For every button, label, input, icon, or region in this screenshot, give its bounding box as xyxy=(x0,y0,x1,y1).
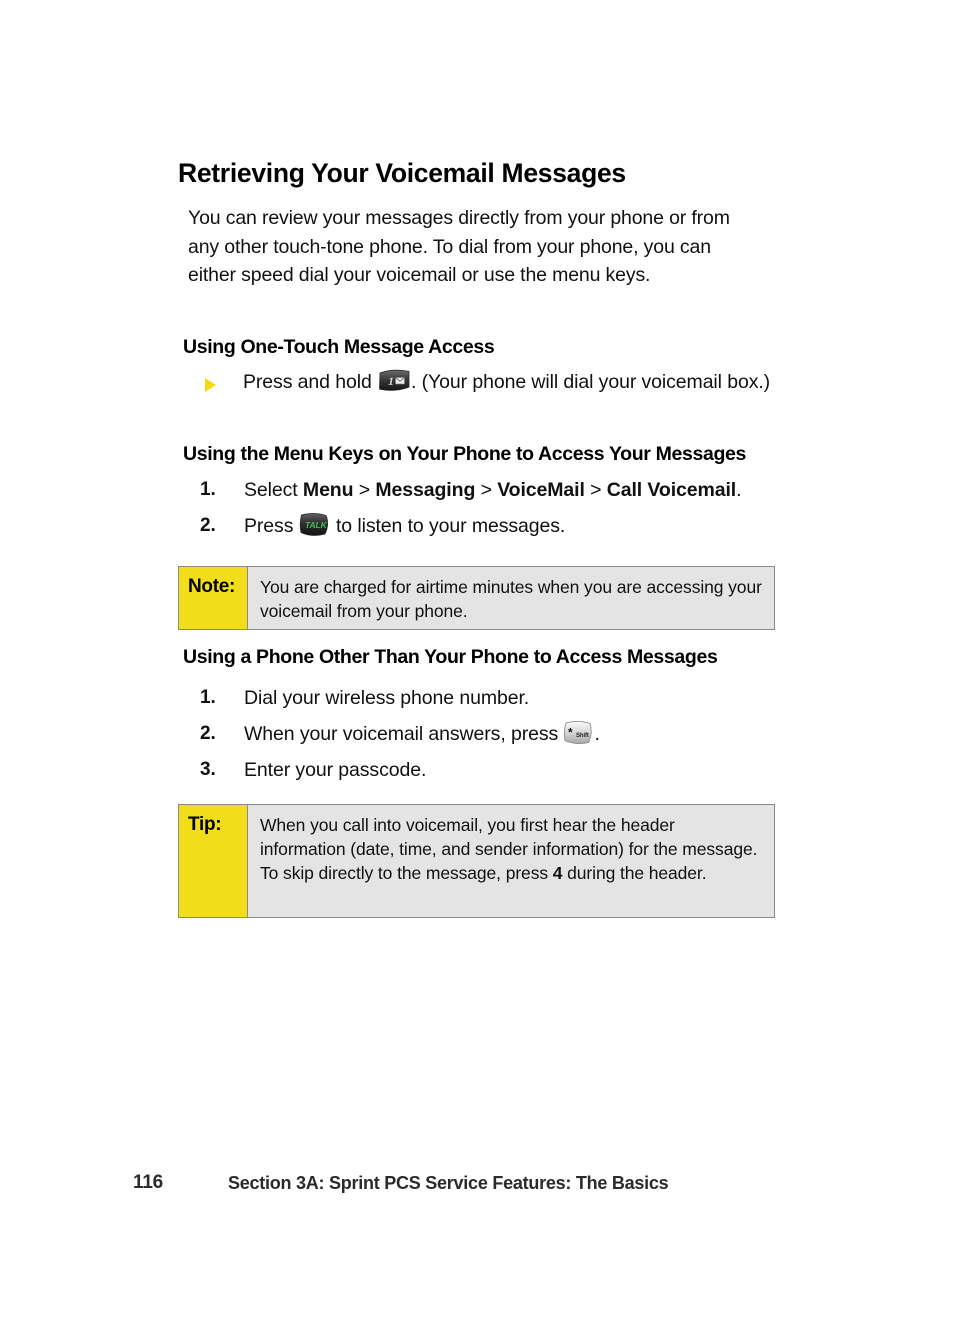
bullet-text-after: . (Your phone will dial your voicemail b… xyxy=(411,371,771,393)
menu-path-voicemail: VoiceMail xyxy=(497,479,585,501)
note-text: You are charged for airtime minutes when… xyxy=(260,577,762,621)
tip-callout-box: Tip: When you call into voicemail, you f… xyxy=(178,804,775,918)
note-callout-box: Note: You are charged for airtime minute… xyxy=(178,566,775,630)
menu-path-sep-2: > xyxy=(475,479,498,501)
svg-text:*: * xyxy=(568,726,573,740)
list-item-number: 2. xyxy=(200,515,216,536)
tip-emphasis-key: 4 xyxy=(552,863,563,883)
talk-key-icon: TALK xyxy=(299,512,331,538)
menu-path-messaging: Messaging xyxy=(375,479,476,501)
document-page: Retrieving Your Voicemail Messages You c… xyxy=(0,0,954,1336)
tip-text-part2: during the header. xyxy=(562,863,707,883)
other-phone-ordered-list: 1. Dial your wireless phone number. 2. W… xyxy=(200,680,800,788)
list-item-number: 2. xyxy=(200,723,216,744)
one-touch-bullet-item: Press and hold 1 . (Your phone will dial… xyxy=(205,368,795,397)
svg-text:TALK: TALK xyxy=(305,520,328,530)
section-heading-menu-keys: Using the Menu Keys on Your Phone to Acc… xyxy=(183,443,747,465)
menu-keys-ordered-list: 1. Select Menu > Messaging > VoiceMail >… xyxy=(200,472,800,544)
list-item: 2. Press TALK to listen to your messages… xyxy=(200,508,800,544)
list-item-number: 1. xyxy=(200,687,216,708)
note-label: Note: xyxy=(179,567,248,629)
footer-page-number: 116 xyxy=(133,1172,164,1193)
menu-path-sep-3: > xyxy=(584,479,607,501)
list-item-text: Enter your passcode. xyxy=(244,759,427,781)
press-prefix: Press xyxy=(244,515,299,537)
press-suffix: to listen to your messages. xyxy=(330,515,566,537)
list-item: 3. Enter your passcode. xyxy=(200,752,800,788)
list-item: 1. Select Menu > Messaging > VoiceMail >… xyxy=(200,472,800,508)
intro-paragraph: You can review your messages directly fr… xyxy=(188,207,730,286)
star-shift-key-icon: * Shift xyxy=(563,720,594,746)
section-heading-one-touch: Using One-Touch Message Access xyxy=(183,336,495,358)
list-item-number: 1. xyxy=(200,479,216,500)
bullet-text-before: Press and hold xyxy=(243,371,378,393)
select-prefix: Select xyxy=(244,479,303,501)
voicemail-answers-prefix: When your voicemail answers, press xyxy=(244,723,564,745)
section-heading-other-phone: Using a Phone Other Than Your Phone to A… xyxy=(183,646,718,668)
list-item: 2. When your voicemail answers, press * … xyxy=(200,716,800,752)
voicemail-answers-suffix: . xyxy=(594,723,600,745)
list-item-text: Press TALK to listen to your messages. xyxy=(244,508,800,544)
menu-path-sep-1: > xyxy=(353,479,376,501)
list-item-text: When your voicemail answers, press * Shi… xyxy=(244,716,800,752)
menu-path-call-voicemail: Call Voicemail xyxy=(606,479,737,501)
tip-text: When you call into voicemail, you first … xyxy=(248,805,774,917)
tip-label: Tip: xyxy=(179,805,248,917)
svg-text:1: 1 xyxy=(388,374,394,388)
svg-text:Shift: Shift xyxy=(576,733,589,739)
list-item-text: Dial your wireless phone number. xyxy=(244,687,530,709)
triangle-bullet-icon xyxy=(205,378,216,392)
menu-path-menu: Menu xyxy=(302,479,354,501)
list-item: 1. Dial your wireless phone number. xyxy=(200,680,800,716)
page-title: Retrieving Your Voicemail Messages xyxy=(178,158,626,188)
list-item-text: Select Menu > Messaging > VoiceMail > Ca… xyxy=(244,472,800,508)
one-key-voicemail-icon: 1 xyxy=(377,369,411,394)
list-item-number: 3. xyxy=(200,759,216,780)
footer-section-title: Section 3A: Sprint PCS Service Features:… xyxy=(228,1173,669,1193)
select-suffix: . xyxy=(736,479,742,501)
one-touch-bullet-text: Press and hold 1 . (Your phone will dial… xyxy=(243,368,795,397)
